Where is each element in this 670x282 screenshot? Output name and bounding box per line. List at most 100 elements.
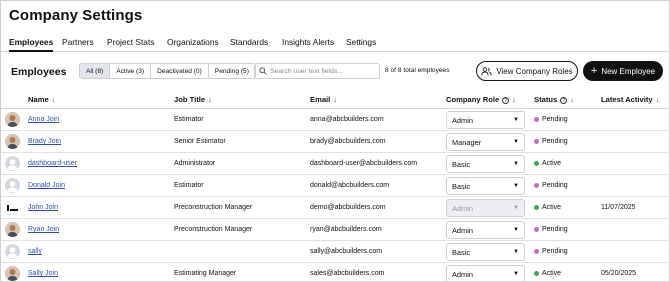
users-icon [481,66,492,75]
chevron-down-icon: ▼ [513,183,519,189]
column-header-email-label: Email [310,95,331,104]
company-role-select[interactable]: Admin ▼ [446,221,525,239]
status-dot-icon [534,183,539,188]
column-header-name[interactable]: Name ↓ [28,95,55,104]
company-role-value: Basic [452,181,471,191]
status-badge: Pending [534,138,568,145]
company-role-select: Admin ▼ [446,199,525,217]
settings-tabs: Employees Partners Project Stats Organiz… [1,34,669,52]
email: dashboard-user@abcbuilders.com [310,160,418,167]
status-badge: Pending [534,226,568,233]
tab-settings[interactable]: Settings [346,37,376,47]
new-employee-button[interactable]: + New Employee [583,61,663,81]
job-title: Estimator [174,182,204,189]
company-role-select[interactable]: Admin ▼ [446,111,525,129]
avatar [5,134,20,149]
avatar [5,156,20,171]
status-label: Active [542,270,562,277]
status-filter-group: All (8) Active (3) Deactivated (0) Pendi… [79,63,256,79]
sort-icon: ↓ [208,95,212,104]
company-role-select[interactable]: Admin ▼ [446,265,525,281]
avatar [5,244,20,259]
company-role-select[interactable]: Basic ▼ [446,243,525,261]
chevron-down-icon: ▼ [513,271,519,277]
column-header-name-label: Name [28,95,49,104]
employee-name-link[interactable]: Ryan Join [28,226,59,233]
column-header-latest-activity[interactable]: Latest Activity ↓ [601,95,659,104]
column-header-status-label: Status [534,95,558,104]
column-header-job-title[interactable]: Job Title ↓ [174,95,212,104]
employee-name-link[interactable]: Brady Join [28,138,61,145]
status-dot-icon [534,161,539,166]
column-header-latest-activity-label: Latest Activity [601,95,653,104]
table-row: Donald Join Estimator donald@abcbuilders.c… [1,175,669,197]
new-employee-label: New Employee [601,66,656,76]
tab-organizations[interactable]: Organizations [167,37,219,47]
plus-icon: + [590,64,598,77]
status-dot-icon [534,271,539,276]
status-badge: Pending [534,248,568,255]
status-label: Pending [542,226,568,233]
company-role-value: Manager [452,137,482,147]
job-title: Administrator [174,160,216,167]
tab-standards[interactable]: Standards [230,37,268,47]
company-role-value: Admin [452,203,473,213]
email: sales@abcbuilders.com [310,270,385,277]
tab-partners[interactable]: Partners [62,37,94,47]
email: ryan@abcbuilders.com [310,226,382,233]
employee-name-link[interactable]: sally [28,248,42,255]
company-settings-page: Company Settings Employees Partners Proj… [0,0,670,282]
employee-name-link[interactable]: dashboard-user [28,160,77,167]
employee-name-link[interactable]: Sally Join [28,270,58,277]
job-title: Preconstruction Manager [174,204,253,211]
column-header-company-role-label: Company Role [446,95,500,104]
column-header-company-role[interactable]: Company Role? ↓ [446,95,516,104]
status-label: Active [542,204,562,211]
table-row: sally sally@abcbuilders.com Basic ▼ Pending [1,241,669,263]
status-label: Pending [542,116,568,123]
company-role-select[interactable]: Manager ▼ [446,133,525,151]
company-role-select[interactable]: Basic ▼ [446,177,525,195]
tab-project-stats[interactable]: Project Stats [107,37,154,47]
company-role-value: Admin [452,225,473,235]
table-row: dashboard-user Administrator dashboard-use… [1,153,669,175]
job-title: Preconstruction Manager [174,226,253,233]
sort-icon: ↓ [51,95,56,104]
info-icon[interactable]: ? [560,97,568,104]
page-title: Company Settings [9,7,143,24]
status-badge: Pending [534,182,568,189]
employee-name-link[interactable]: Anna Join [28,116,59,123]
status-dot-icon [534,205,539,210]
employee-name-link[interactable]: Donald Join [28,182,65,189]
status-dot-icon [534,139,539,144]
avatar [5,266,20,281]
status-badge: Active [534,160,561,167]
column-header-email[interactable]: Email ↓ [310,95,337,104]
filter-active[interactable]: Active (3) [110,64,152,78]
search-box [254,63,380,79]
email: anna@abcbuilders.com [310,116,384,123]
filter-deactivated[interactable]: Deactivated (0) [151,64,209,78]
company-role-select[interactable]: Basic ▼ [446,155,525,173]
filter-pending[interactable]: Pending (5) [209,64,255,78]
employee-name-link[interactable]: John Join [28,204,58,211]
chevron-down-icon: ▼ [513,227,519,233]
sort-icon: ↓ [333,95,338,104]
company-role-value: Basic [452,159,471,169]
tab-insights-alerts[interactable]: Insights Alerts [282,37,334,47]
job-title: Senior Estimator [174,138,226,145]
search-input[interactable] [270,67,378,75]
info-icon[interactable]: ? [502,97,510,104]
sort-icon: ↓ [655,95,660,104]
tab-employees[interactable]: Employees [9,37,54,52]
company-role-value: Admin [452,115,473,125]
email: demo@abcbuilders.com [310,204,386,211]
section-title: Employees [11,66,67,78]
column-header-status[interactable]: Status? ↓ [534,95,574,104]
status-label: Pending [542,138,568,145]
status-label: Pending [542,182,568,189]
filter-all[interactable]: All (8) [80,64,111,78]
email: donald@abcbuilders.com [310,182,390,189]
view-company-roles-button[interactable]: View Company Roles [476,61,578,81]
avatar [5,178,20,193]
